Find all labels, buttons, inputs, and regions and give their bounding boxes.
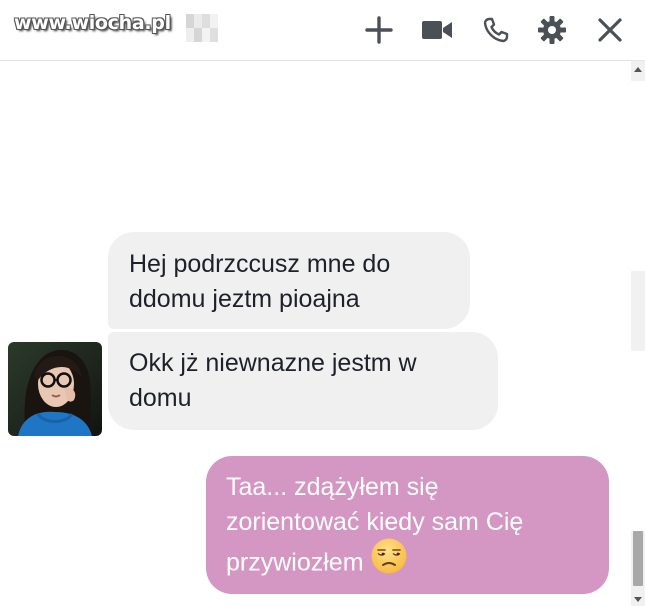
video-call-icon[interactable] bbox=[421, 14, 453, 46]
add-icon[interactable] bbox=[363, 14, 395, 46]
scroll-up-arrow[interactable] bbox=[634, 67, 642, 72]
scroll-down-arrow[interactable] bbox=[634, 597, 642, 602]
message-line: zorientować kiedy sam Cię bbox=[226, 508, 524, 536]
gear-icon[interactable] bbox=[536, 14, 568, 46]
incoming-message-bubble[interactable]: Okk jż niewnazne jestm w domu bbox=[108, 332, 498, 430]
close-icon[interactable] bbox=[594, 14, 626, 46]
unamused-face-emoji bbox=[370, 537, 408, 585]
avatar[interactable] bbox=[8, 342, 102, 436]
message-line: Okk jż niewnazne jestm w bbox=[129, 349, 417, 377]
watermark: www.wiocha.pl bbox=[14, 12, 171, 34]
pixelated-contact-name bbox=[186, 14, 218, 42]
message-line: przywiozłem bbox=[226, 548, 364, 577]
message-line: domu bbox=[129, 384, 192, 412]
outgoing-message-bubble[interactable]: Taa... zdążyłem się zorientować kiedy sa… bbox=[206, 456, 609, 594]
scroll-track[interactable] bbox=[631, 81, 645, 271]
scroll-thumb[interactable] bbox=[633, 531, 643, 586]
message-line: ddomu jeztm pioajna bbox=[129, 285, 360, 313]
scroll-track[interactable] bbox=[631, 351, 645, 531]
scrollbar[interactable] bbox=[631, 61, 645, 606]
incoming-message-bubble[interactable]: Hej podrzccusz mne do ddomu jeztm pioajn… bbox=[108, 232, 470, 329]
message-line: Taa... zdążyłem się bbox=[226, 473, 439, 501]
message-line: Hej podrzccusz mne do bbox=[129, 250, 391, 278]
chat-header: www.wiocha.pl bbox=[0, 0, 645, 61]
phone-icon[interactable] bbox=[480, 14, 512, 46]
